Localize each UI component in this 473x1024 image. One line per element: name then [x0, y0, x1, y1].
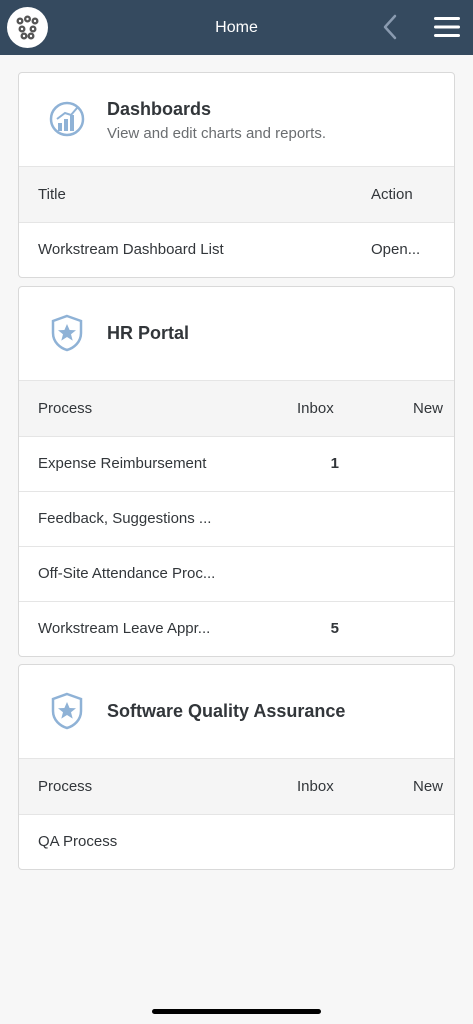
table-row[interactable]: Workstream Dashboard List Open... [19, 223, 454, 277]
column-title: Title [38, 186, 66, 203]
column-inbox: Inbox [297, 400, 334, 417]
dashboards-header: Dashboards View and edit charts and repo… [19, 73, 454, 167]
dashboards-subtitle: View and edit charts and reports. [107, 125, 327, 142]
home-indicator[interactable] [152, 1009, 321, 1014]
row-process: Expense Reimbursement [38, 455, 207, 472]
column-new: New [413, 778, 444, 795]
dashboards-table-header: Title Action [19, 167, 454, 223]
row-process: Feedback, Suggestions ... [38, 510, 212, 527]
hr-portal-title: HR Portal [107, 323, 190, 343]
column-inbox: Inbox [297, 778, 334, 795]
column-process: Process [38, 778, 93, 795]
dashboards-title: Dashboards [107, 99, 212, 119]
shield-star-icon [47, 313, 87, 353]
sqa-table-header: Process Inbox New [19, 759, 454, 815]
column-new: New [413, 400, 444, 417]
hr-portal-card: HR Portal Process Inbox New Expense Reim… [18, 286, 455, 657]
table-row[interactable]: Expense Reimbursement 1 [19, 437, 454, 492]
row-process: Off-Site Attendance Proc... [38, 565, 216, 582]
row-title: Workstream Dashboard List [38, 241, 224, 258]
row-process: Workstream Leave Appr... [38, 620, 211, 637]
column-action: Action [371, 186, 413, 203]
hr-portal-table-header: Process Inbox New [19, 381, 454, 437]
dashboards-card: Dashboards View and edit charts and repo… [18, 72, 455, 278]
sqa-title: Software Quality Assurance [107, 701, 346, 721]
back-chevron-icon[interactable] [376, 12, 406, 42]
hamburger-menu-icon[interactable] [433, 14, 461, 40]
table-row[interactable]: QA Process [19, 815, 454, 869]
table-row[interactable]: Off-Site Attendance Proc... [19, 547, 454, 602]
sqa-header: Software Quality Assurance [19, 665, 454, 759]
table-row[interactable]: Feedback, Suggestions ... [19, 492, 454, 547]
dashboard-chart-icon [47, 99, 87, 139]
top-bar: Home [0, 0, 473, 55]
hr-portal-header: HR Portal [19, 287, 454, 381]
row-process: QA Process [38, 833, 118, 850]
table-row[interactable]: Workstream Leave Appr... 5 [19, 602, 454, 656]
sqa-card: Software Quality Assurance Process Inbox… [18, 664, 455, 870]
open-link[interactable]: Open... [371, 223, 420, 277]
row-inbox-count: 5 [330, 620, 339, 637]
shield-star-icon [47, 691, 87, 731]
column-process: Process [38, 400, 93, 417]
row-inbox-count: 1 [330, 455, 339, 472]
